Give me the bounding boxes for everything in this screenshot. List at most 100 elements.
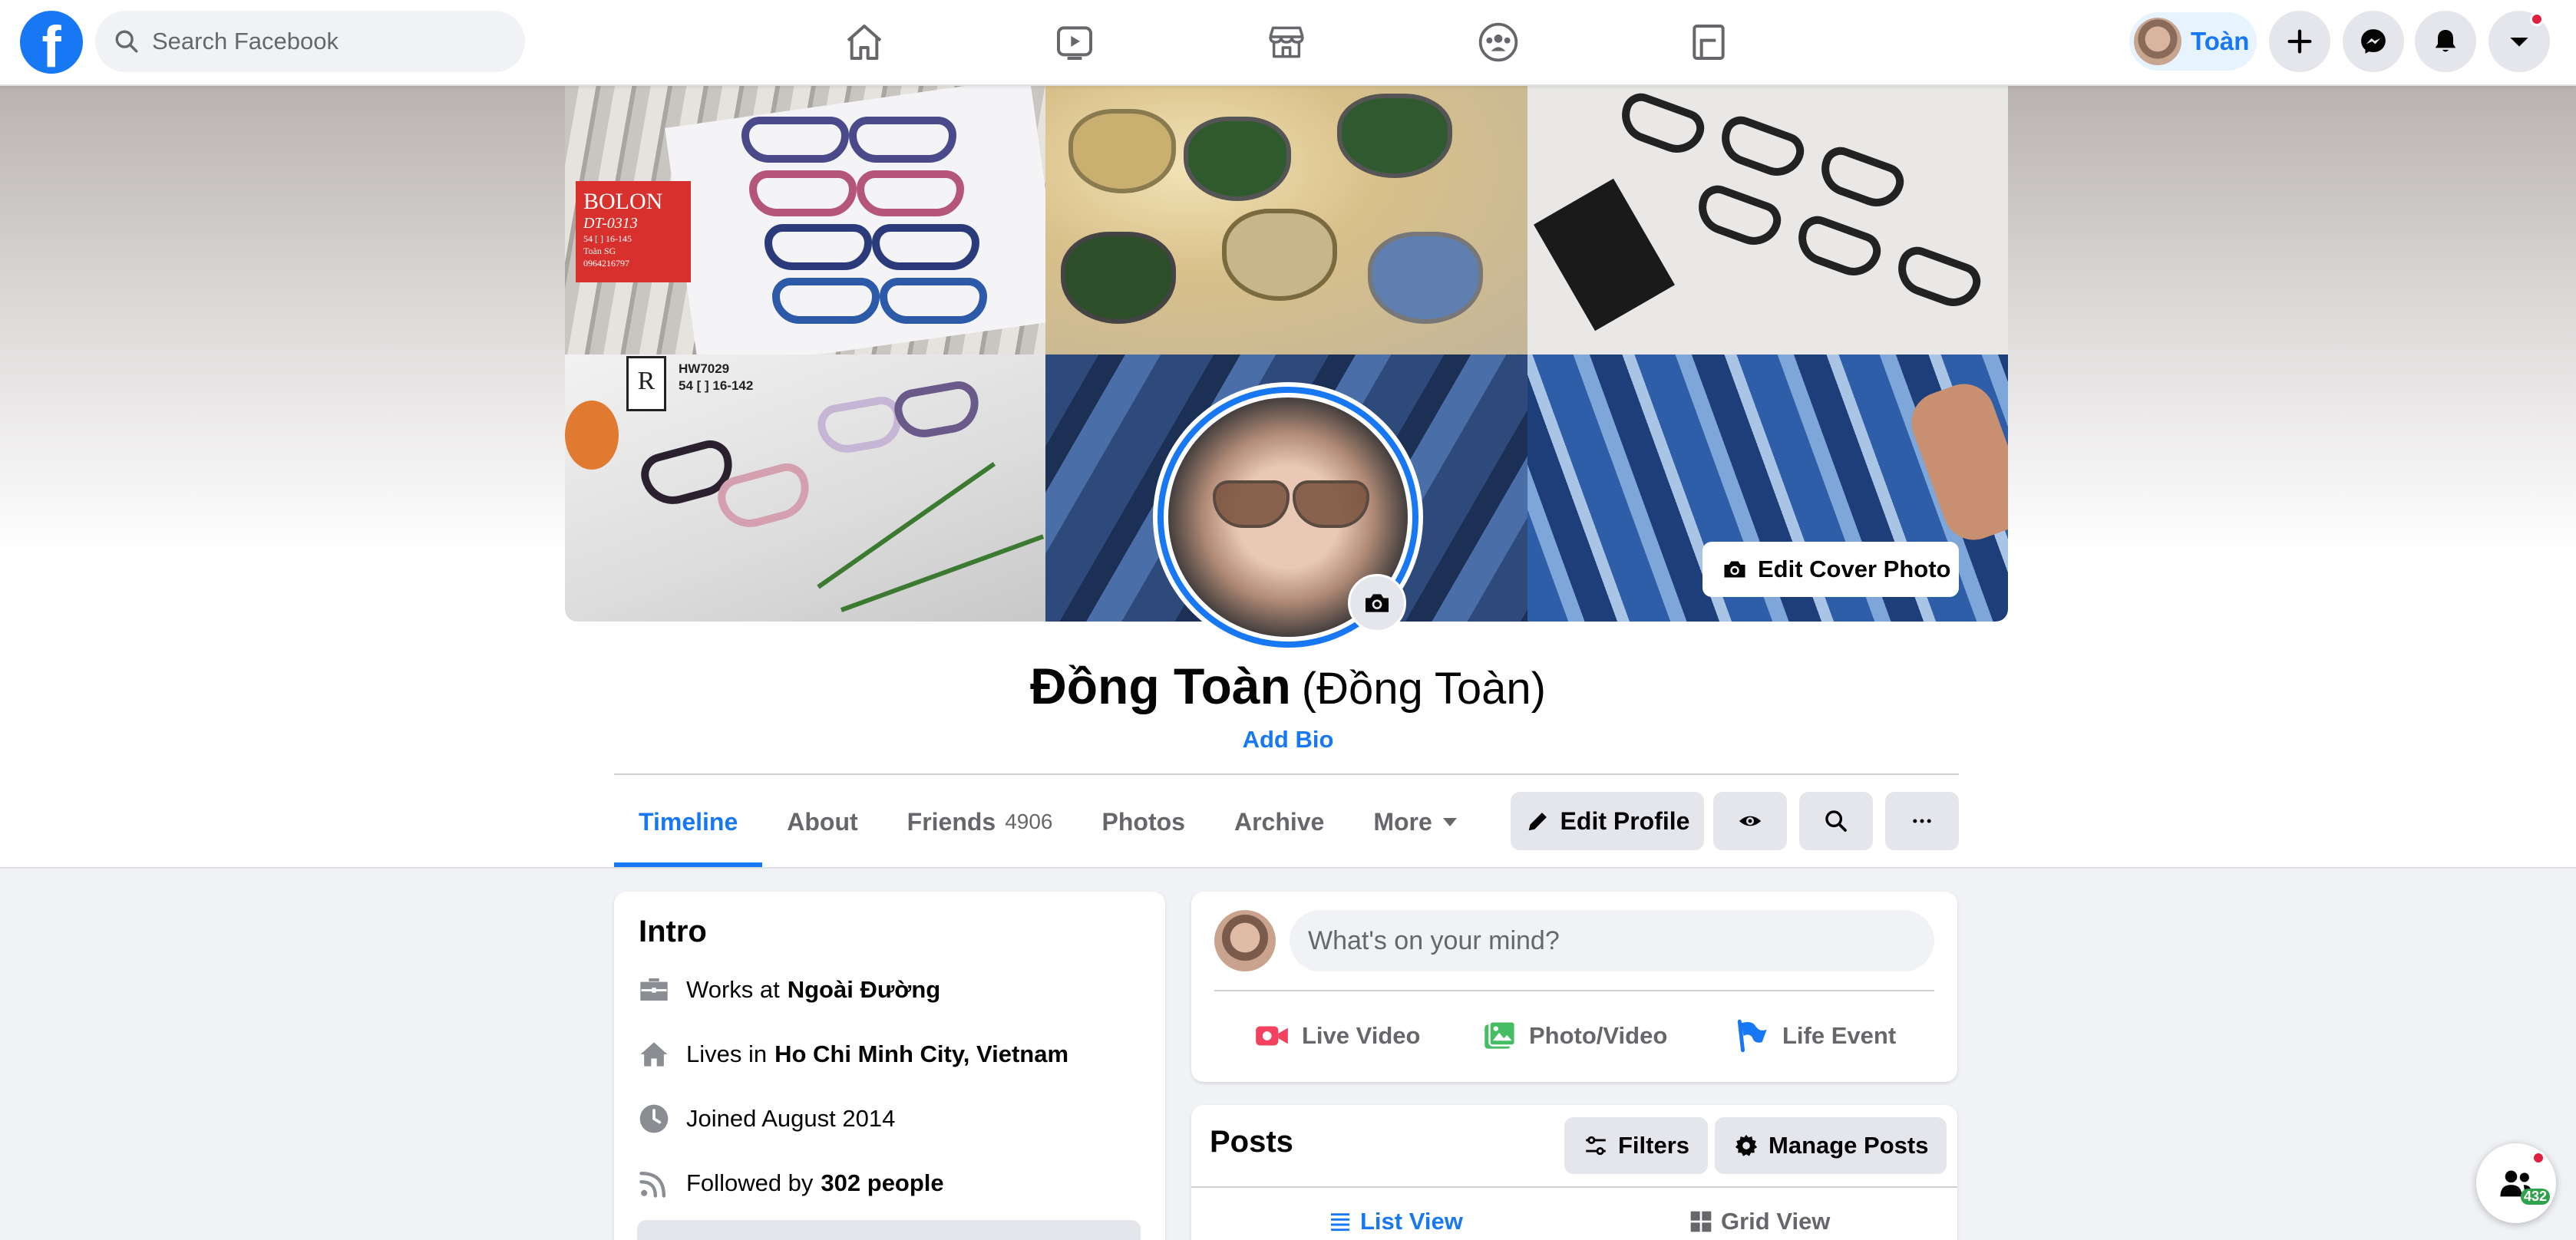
profile-tabs: Timeline About Friends 4906 Photos Archiv… (614, 777, 1481, 867)
live-video-icon (1256, 1026, 1288, 1046)
tab-label: Photos (1101, 807, 1185, 836)
rr-model-label: HW7029 54 [ ] 16-142 (679, 361, 753, 394)
life-event-button[interactable]: Life Event (1733, 1005, 1896, 1067)
profile-name: Đồng Toàn (1030, 658, 1291, 714)
messenger-button[interactable] (2343, 11, 2404, 72)
manage-posts-button[interactable]: Manage Posts (1715, 1117, 1947, 1174)
header-divider (614, 773, 1959, 775)
search-icon (1825, 810, 1847, 832)
intro-work-row: Works at Ngoài Đường (637, 973, 940, 1007)
bolon-model-label: DT-0313 (583, 215, 638, 232)
nav-groups[interactable] (1469, 15, 1527, 69)
edit-details-button[interactable] (637, 1220, 1141, 1240)
bolon-brand-label: BOLON (583, 189, 663, 214)
intro-followed-count[interactable]: 302 people (821, 1169, 943, 1197)
gaming-icon (1693, 25, 1725, 60)
tab-list-view[interactable]: List View (1328, 1199, 1463, 1240)
flag-icon (1737, 1019, 1767, 1053)
profile-chip[interactable]: Toàn (2129, 12, 2257, 71)
watch-icon (1057, 26, 1092, 60)
intro-lives-place[interactable]: Ho Chi Minh City, Vietnam (774, 1040, 1068, 1068)
tab-label: More (1373, 807, 1432, 836)
notifications-button[interactable] (2415, 11, 2476, 72)
grid-view-label: Grid View (1721, 1208, 1831, 1235)
nav-gaming[interactable] (1679, 15, 1738, 69)
intro-joined-row: Joined August 2014 (637, 1102, 895, 1136)
add-bio-label[interactable]: Add Bio (1243, 726, 1334, 753)
list-icon (1331, 1213, 1349, 1232)
caret-down-icon (1442, 817, 1457, 826)
search-profile-button[interactable] (1799, 792, 1873, 850)
composer-divider (1214, 990, 1934, 991)
search-icon (115, 30, 138, 53)
create-button[interactable] (2269, 11, 2330, 72)
rr-logo: R (626, 356, 666, 411)
tab-archive[interactable]: Archive (1210, 777, 1349, 867)
facebook-logo[interactable]: f (20, 11, 83, 74)
house-icon (640, 1042, 668, 1067)
view-as-button[interactable] (1713, 792, 1787, 850)
pencil-icon (1528, 813, 1547, 831)
tab-label: Timeline (639, 807, 738, 836)
posts-divider (1191, 1186, 1957, 1188)
tab-about[interactable]: About (762, 777, 882, 867)
tab-timeline[interactable]: Timeline (614, 777, 763, 867)
tab-friends[interactable]: Friends 4906 (883, 777, 1078, 867)
marketplace-icon (1269, 26, 1304, 58)
add-bio-link[interactable]: Add Bio (0, 726, 2576, 754)
live-video-label: Live Video (1302, 1022, 1421, 1049)
camera-icon (1724, 561, 1745, 578)
notification-dot (2530, 12, 2544, 26)
posts-title: Posts (1210, 1125, 1293, 1159)
friends-count: 4906 (1005, 810, 1053, 833)
bolon-owner-label: Toàn SG (583, 246, 616, 256)
live-video-button[interactable]: Live Video (1253, 1005, 1421, 1067)
caret-down-icon (2510, 38, 2528, 47)
tab-more[interactable]: More (1349, 777, 1481, 867)
messenger-icon (2361, 29, 2386, 54)
update-profile-picture-button[interactable] (1348, 574, 1406, 632)
photo-icon (1485, 1021, 1517, 1049)
nav-home[interactable] (835, 15, 893, 69)
filters-button[interactable]: Filters (1564, 1117, 1709, 1174)
avatar (2134, 18, 2181, 65)
intro-title: Intro (639, 915, 707, 948)
briefcase-icon (640, 978, 668, 1001)
nav-watch[interactable] (1045, 15, 1104, 69)
search-input[interactable] (152, 28, 505, 55)
rss-icon (639, 1171, 666, 1198)
tab-photos[interactable]: Photos (1078, 777, 1210, 867)
intro-followers-row: Followed by 302 people (637, 1166, 944, 1200)
clock-icon (639, 1104, 669, 1133)
filters-icon (1586, 1136, 1606, 1156)
photo-video-button[interactable]: Photo/Video (1480, 1005, 1667, 1067)
bolon-size-label: 54 [ ] 16-145 (583, 233, 632, 244)
intro-followed-prefix: Followed by (686, 1169, 814, 1196)
tab-grid-view[interactable]: Grid View (1689, 1199, 1830, 1240)
search-box[interactable] (95, 11, 525, 72)
more-horizontal-icon (1913, 819, 1931, 823)
bolon-price-card: BOLON DT-0313 54 [ ] 16-145 Toàn SG 0964… (576, 181, 691, 282)
nav-marketplace[interactable] (1257, 15, 1316, 69)
rr-model: HW7029 (679, 361, 730, 376)
edit-cover-photo-button[interactable]: Edit Cover Photo (1702, 542, 1959, 597)
contacts-floating-button[interactable]: 432 (2476, 1143, 2556, 1223)
account-menu-button[interactable] (2488, 11, 2550, 72)
list-view-label: List View (1360, 1208, 1463, 1235)
whats-on-your-mind-input[interactable]: What's on your mind? (1290, 910, 1934, 971)
intro-joined-text: Joined August 2014 (686, 1105, 896, 1132)
profile-name-line: Đồng Toàn (Đồng Toàn) (0, 657, 2576, 715)
more-options-button[interactable] (1885, 792, 1959, 850)
intro-work-prefix: Works at (686, 976, 780, 1003)
eye-icon (1739, 816, 1762, 826)
bell-icon (2435, 30, 2456, 52)
notification-dot (2531, 1151, 2545, 1165)
intro-card: Intro Works at Ngoài Đường Lives in Ho Chi… (614, 892, 1165, 1240)
intro-work-place[interactable]: Ngoài Đường (788, 976, 940, 1004)
gear-icon (1735, 1134, 1758, 1156)
tab-label: Archive (1234, 807, 1325, 836)
posts-card: Posts Filters Manage Posts List View Gri… (1191, 1105, 1957, 1240)
cover-tile-bolon-glasses: BOLON DT-0313 54 [ ] 16-145 Toàn SG 0964… (565, 86, 1045, 355)
edit-profile-button[interactable]: Edit Profile (1511, 792, 1704, 850)
tab-label: About (787, 807, 858, 836)
